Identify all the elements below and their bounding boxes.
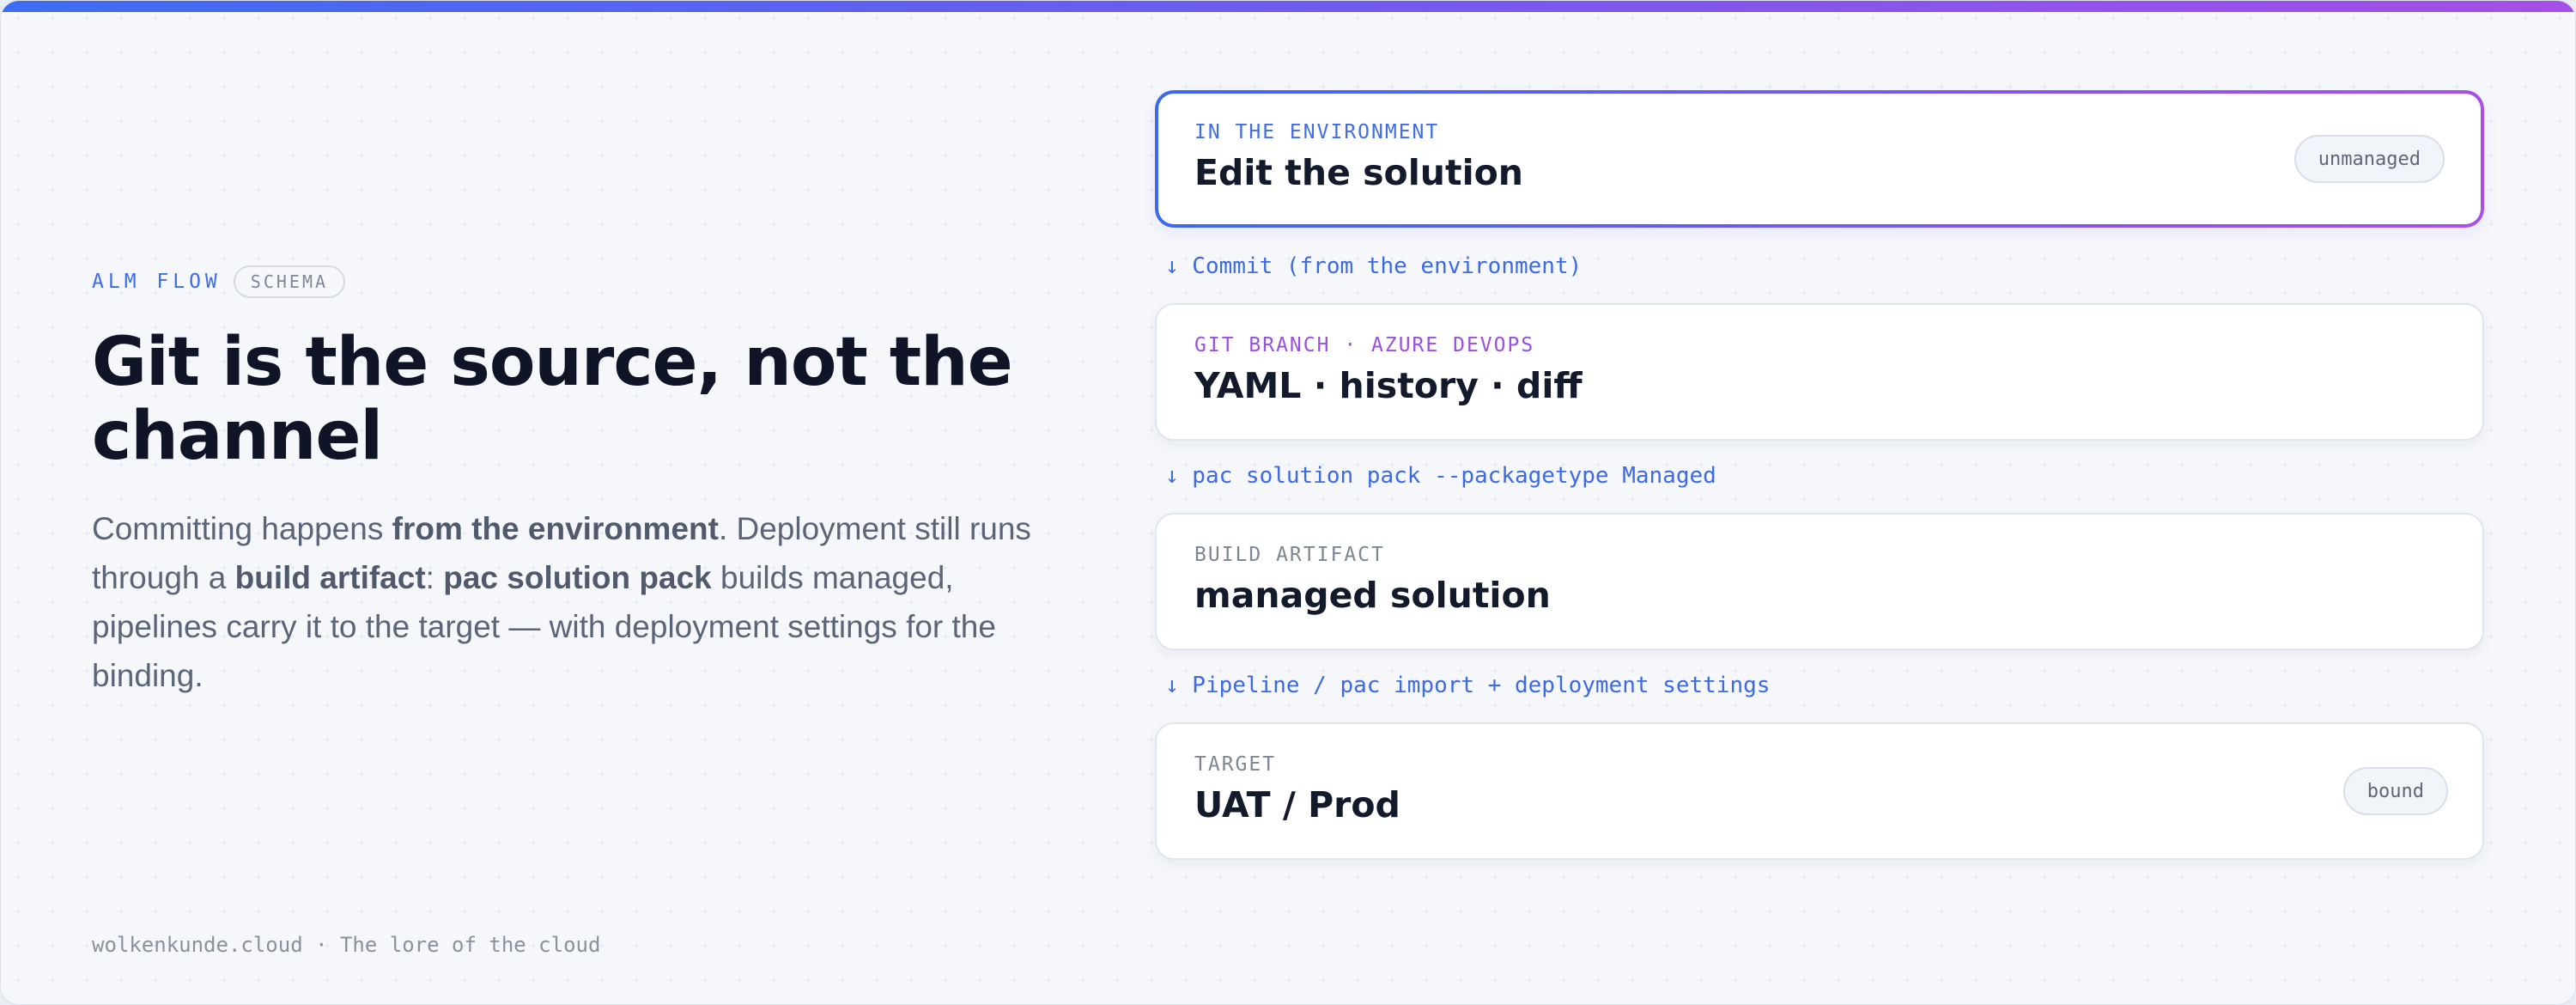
step-title: YAML · history · diff xyxy=(1194,365,1583,406)
intro-panel: ALM FLOW SCHEMA Git is the source, not t… xyxy=(92,264,1071,700)
step-label: TARGET xyxy=(1194,753,1277,776)
flow-step-git: GIT BRANCH · AZURE DEVOPS YAML · history… xyxy=(1155,303,2484,441)
intro-emphasis-artifact: build artifact xyxy=(234,560,426,595)
flow-step-environment: IN THE ENVIRONMENT Edit the solution unm… xyxy=(1155,90,2484,228)
step-label: IN THE ENVIRONMENT xyxy=(1194,121,1440,143)
status-badge: unmanaged xyxy=(2293,135,2445,183)
step-title: managed solution xyxy=(1194,575,1551,616)
flow-step-build-artifact: BUILD ARTIFACT managed solution xyxy=(1155,513,2484,650)
slide-frame: ALM FLOW SCHEMA Git is the source, not t… xyxy=(0,0,2576,1005)
step-label: GIT BRANCH · AZURE DEVOPS xyxy=(1194,334,1535,356)
intro-emphasis-environment: from the environment xyxy=(392,511,719,546)
flow-connector-pipeline: ↓ Pipeline / pac import + deployment set… xyxy=(1165,673,1771,698)
step-title: Edit the solution xyxy=(1194,152,1523,193)
schema-tag: SCHEMA xyxy=(233,265,346,298)
intro-paragraph: Committing happens from the environment.… xyxy=(92,504,1066,700)
intro-emphasis-pac: pac solution pack xyxy=(443,560,712,595)
eyebrow-label: ALM FLOW xyxy=(92,271,222,293)
eyebrow-row: ALM FLOW SCHEMA xyxy=(92,264,1071,300)
step-label: BUILD ARTIFACT xyxy=(1194,544,1385,566)
intro-text-3: : xyxy=(425,560,444,595)
status-badge: bound xyxy=(2342,767,2448,815)
step-title: UAT / Prod xyxy=(1194,784,1400,825)
page-title: Git is the source, not the channel xyxy=(92,324,1013,475)
gradient-top-bar xyxy=(1,1,2575,12)
intro-text-1: Committing happens xyxy=(92,511,392,546)
flow-connector-commit: ↓ Commit (from the environment) xyxy=(1165,253,1583,279)
flow-connector-pack: ↓ pac solution pack --packagetype Manage… xyxy=(1165,463,1716,489)
footer-credit: wolkenkunde.cloud · The lore of the clou… xyxy=(92,933,601,957)
flow-step-target: TARGET UAT / Prod bound xyxy=(1155,722,2484,860)
